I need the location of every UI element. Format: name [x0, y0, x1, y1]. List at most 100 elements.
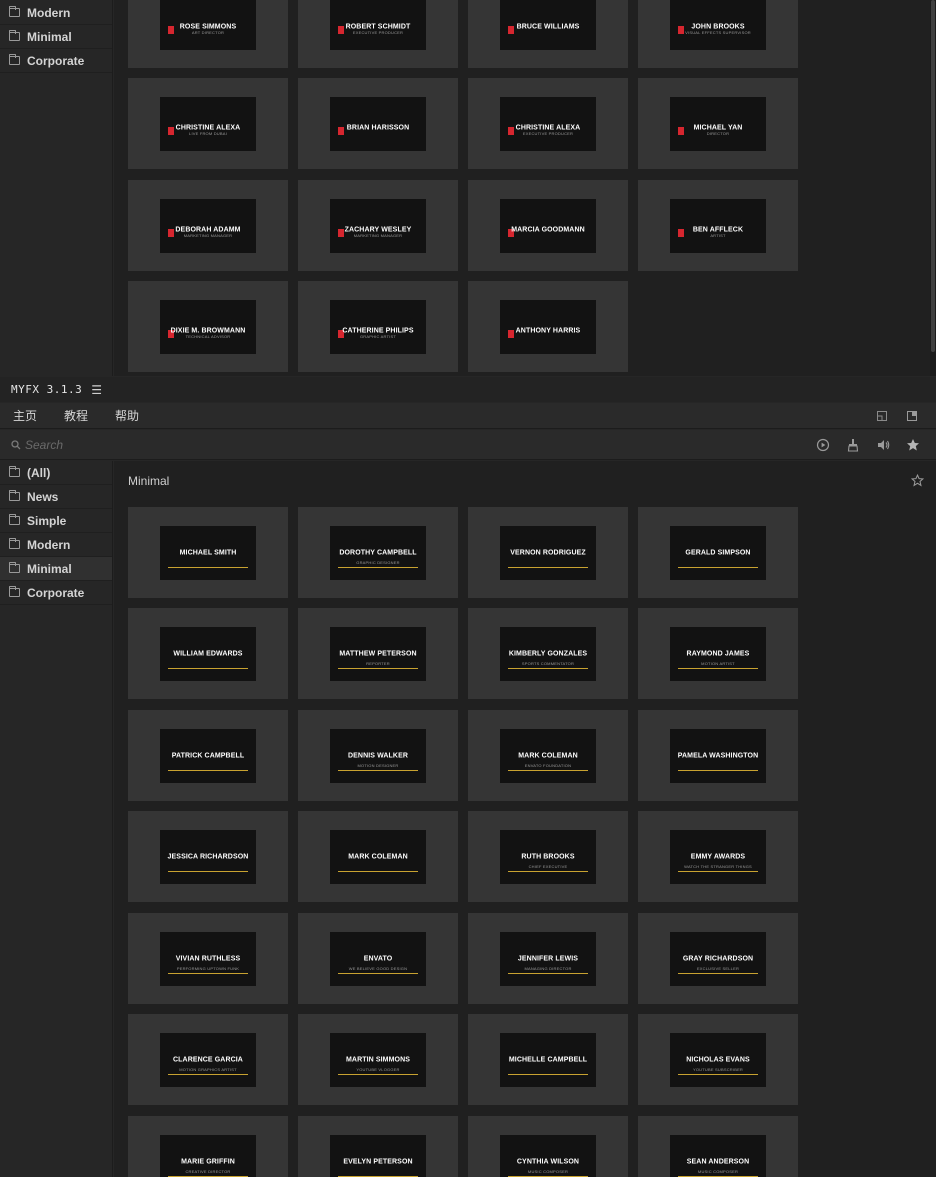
template-thumbnail: ENVATO WE BELIEVE GOOD DESIGN: [330, 932, 426, 986]
template-card[interactable]: PAMELA WASHINGTON: [638, 710, 798, 801]
category-simple[interactable]: Simple: [0, 509, 112, 533]
template-card[interactable]: PATRICK CAMPBELL: [128, 710, 288, 801]
template-thumbnail: CHRISTINE ALEXA LIVE FROM DUBAI: [160, 97, 256, 151]
template-thumbnail: MICHAEL SMITH: [160, 526, 256, 580]
template-card[interactable]: MARCIA GOODMANN: [468, 180, 628, 271]
template-card[interactable]: EMMY AWARDS WATCH THE STRANGER THINGS: [638, 811, 798, 902]
tab-help[interactable]: 帮助: [115, 403, 139, 429]
template-card[interactable]: CHRISTINE ALEXA LIVE FROM DUBAI: [128, 78, 288, 169]
template-thumbnail: MICHAEL YAN DIRECTOR: [670, 97, 766, 151]
gold-accent-line: [508, 1074, 588, 1076]
template-thumbnail: VERNON RODRIGUEZ: [500, 526, 596, 580]
template-thumbnail: JENNIFER LEWIS MANAGING DIRECTOR: [500, 932, 596, 986]
template-card[interactable]: ROBERT SCHMIDT EXECUTIVE PRODUCER: [298, 0, 458, 68]
tab-tutorials[interactable]: 教程: [64, 403, 88, 429]
template-card[interactable]: DENNIS WALKER MOTION DESIGNER: [298, 710, 458, 801]
favorite-star-outline-icon[interactable]: [911, 474, 924, 487]
template-card[interactable]: CHRISTINE ALEXA EXECUTIVE PRODUCER: [468, 78, 628, 169]
top-scrollbar[interactable]: [930, 0, 936, 376]
template-thumbnail: ROBERT SCHMIDT EXECUTIVE PRODUCER: [330, 0, 426, 50]
template-title: ANTHONY HARRIS: [515, 327, 581, 335]
template-subtitle: GRAPHIC ARTIST: [359, 334, 397, 340]
gold-accent-line: [338, 567, 418, 569]
category-label: Corporate: [27, 53, 85, 68]
template-card[interactable]: GERALD SIMPSON: [638, 507, 798, 598]
category-news[interactable]: News: [0, 485, 112, 509]
search-input[interactable]: [25, 437, 425, 453]
template-card[interactable]: MICHAEL YAN DIRECTOR: [638, 78, 798, 169]
template-card[interactable]: RAYMOND JAMES MOTION ARTIST: [638, 608, 798, 699]
template-thumbnail: MATTHEW PETERSON REPORTER: [330, 627, 426, 681]
tab-home[interactable]: 主页: [13, 403, 37, 429]
category-corporate[interactable]: Corporate: [0, 581, 112, 605]
template-card[interactable]: MARK COLEMAN ENVATO FOUNDATION: [468, 710, 628, 801]
template-card[interactable]: WILLIAM EDWARDS: [128, 608, 288, 699]
template-card[interactable]: MARIE GRIFFIN CREATIVE DIRECTOR: [128, 1116, 288, 1177]
popout-window-icon[interactable]: [906, 410, 918, 422]
template-card[interactable]: ANTHONY HARRIS: [468, 281, 628, 372]
top-category-minimal[interactable]: Minimal: [0, 25, 112, 49]
gold-accent-line: [168, 871, 248, 873]
template-card[interactable]: VERNON RODRIGUEZ: [468, 507, 628, 598]
volume-icon[interactable]: [876, 438, 890, 452]
template-thumbnail: MARK COLEMAN: [330, 830, 426, 884]
template-card[interactable]: BRUCE WILLIAMS: [468, 0, 628, 68]
template-card[interactable]: ZACHARY WESLEY MARKETING MANAGER: [298, 180, 458, 271]
template-thumbnail: PATRICK CAMPBELL: [160, 729, 256, 783]
category-label: Modern: [27, 537, 71, 552]
template-title: RAYMOND JAMES: [686, 650, 750, 658]
favorites-star-icon[interactable]: [906, 438, 920, 452]
template-card[interactable]: MARTIN SIMMONS YOUTUBE VLOGGER: [298, 1014, 458, 1105]
category-modern[interactable]: Modern: [0, 533, 112, 557]
template-title: KIMBERLY GONZALES: [508, 650, 588, 658]
template-card[interactable]: ENVATO WE BELIEVE GOOD DESIGN: [298, 913, 458, 1004]
hamburger-icon[interactable]: ☰: [91, 383, 102, 397]
gold-accent-line: [168, 973, 248, 975]
folder-icon: [9, 538, 20, 549]
top-category-corporate[interactable]: Corporate: [0, 49, 112, 73]
template-card[interactable]: MARK COLEMAN: [298, 811, 458, 902]
template-card[interactable]: JENNIFER LEWIS MANAGING DIRECTOR: [468, 913, 628, 1004]
section-title: Minimal: [128, 474, 170, 488]
template-grid: Minimal MICHAEL SMITH DOROTHY CAMPBELL GRA…: [114, 461, 936, 1177]
template-card[interactable]: JESSICA RICHARDSON: [128, 811, 288, 902]
category-label: News: [27, 489, 59, 504]
template-card[interactable]: DIXIE M. BROWMANN TECHNICAL ADVISOR: [128, 281, 288, 372]
template-card[interactable]: JOHN BROOKS VISUAL EFFECTS SUPERVISOR: [638, 0, 798, 68]
template-title: DOROTHY CAMPBELL: [339, 549, 417, 557]
template-card[interactable]: BRIAN HARISSON: [298, 78, 458, 169]
gold-accent-line: [508, 567, 588, 569]
template-card[interactable]: VIVIAN RUTHLESS PERFORMING UPTOWN FUNK: [128, 913, 288, 1004]
template-card[interactable]: DOROTHY CAMPBELL GRAPHIC DESIGNER: [298, 507, 458, 598]
template-subtitle: EXECUTIVE PRODUCER: [522, 131, 574, 137]
template-card[interactable]: BEN AFFLECK ARTIST: [638, 180, 798, 271]
category-minimal[interactable]: Minimal: [0, 557, 112, 581]
template-card[interactable]: MICHAEL SMITH: [128, 507, 288, 598]
template-thumbnail: WILLIAM EDWARDS: [160, 627, 256, 681]
template-card[interactable]: CLARENCE GARCIA MOTION GRAPHICS ARTIST: [128, 1014, 288, 1105]
category-label: Minimal: [27, 29, 72, 44]
template-card[interactable]: CATHERINE PHILIPS GRAPHIC ARTIST: [298, 281, 458, 372]
template-card[interactable]: NICHOLAS EVANS YOUTUBE SUBSCRIBER: [638, 1014, 798, 1105]
template-card[interactable]: GRAY RICHARDSON EXCLUSIVE SELLER: [638, 913, 798, 1004]
top-category-modern[interactable]: Modern: [0, 1, 112, 25]
template-card[interactable]: MATTHEW PETERSON REPORTER: [298, 608, 458, 699]
category-all[interactable]: (All): [0, 461, 112, 485]
play-icon[interactable]: [816, 438, 830, 452]
template-card[interactable]: ROSE SIMMONS ART DIRECTOR: [128, 0, 288, 68]
template-subtitle: MARKETING MANAGER: [183, 233, 233, 239]
template-card[interactable]: CYNTHIA WILSON MUSIC COMPOSER: [468, 1116, 628, 1177]
top-scrollbar-thumb[interactable]: [931, 0, 935, 352]
template-card[interactable]: MICHELLE CAMPBELL: [468, 1014, 628, 1105]
gold-accent-line: [678, 871, 758, 873]
template-title: MARCIA GOODMANN: [511, 226, 585, 234]
template-card[interactable]: EVELYN PETERSON: [298, 1116, 458, 1177]
restore-window-icon[interactable]: [876, 410, 888, 422]
template-card[interactable]: KIMBERLY GONZALES SPORTS COMMENTATOR: [468, 608, 628, 699]
template-card[interactable]: RUTH BROOKS CHIEF EXECUTIVE: [468, 811, 628, 902]
template-thumbnail: MICHELLE CAMPBELL: [500, 1033, 596, 1087]
template-card[interactable]: SEAN ANDERSON MUSIC COMPOSER: [638, 1116, 798, 1177]
template-card[interactable]: DEBORAH ADAMM MARKETING MANAGER: [128, 180, 288, 271]
clean-brush-icon[interactable]: [846, 438, 860, 452]
template-title: MARTIN SIMMONS: [345, 1056, 410, 1064]
